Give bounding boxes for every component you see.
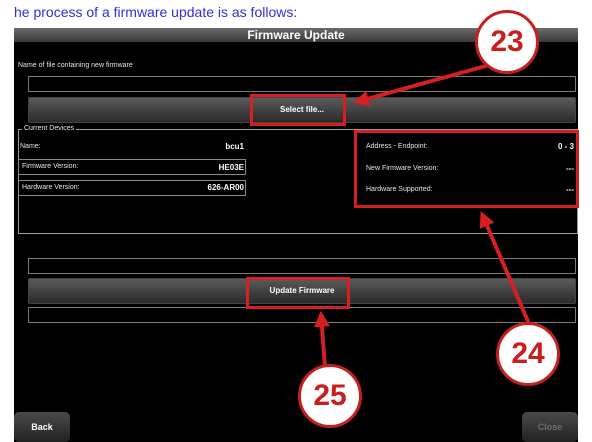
back-button[interactable]: Back — [14, 412, 70, 442]
firmware-version-label: Firmware Version: — [22, 163, 79, 170]
callout-24-badge: 24 — [496, 322, 560, 386]
highlight-update-firmware — [246, 277, 350, 309]
name-label: Name: — [20, 143, 41, 150]
callout-23-badge: 23 — [475, 10, 539, 74]
callout-25-badge: 25 — [298, 364, 362, 428]
close-button[interactable]: Close — [522, 412, 578, 442]
highlight-select-file — [250, 94, 346, 126]
progress-field — [28, 258, 576, 274]
name-value: bcu1 — [225, 142, 244, 151]
firmware-version-value: HE03E — [218, 163, 244, 172]
caption-text: he process of a firmware update is as fo… — [14, 4, 298, 20]
firmware-update-window: Firmware Update Name of file containing … — [14, 28, 578, 442]
hardware-version-label: Hardware Version: — [22, 184, 80, 191]
file-label: Name of file containing new firmware — [18, 62, 133, 69]
file-path-field[interactable] — [28, 76, 576, 92]
current-devices-legend: Current Devices — [22, 125, 77, 132]
hardware-version-value: 626-AR00 — [207, 183, 244, 192]
info-field — [28, 307, 576, 323]
highlight-device-info — [354, 130, 579, 208]
